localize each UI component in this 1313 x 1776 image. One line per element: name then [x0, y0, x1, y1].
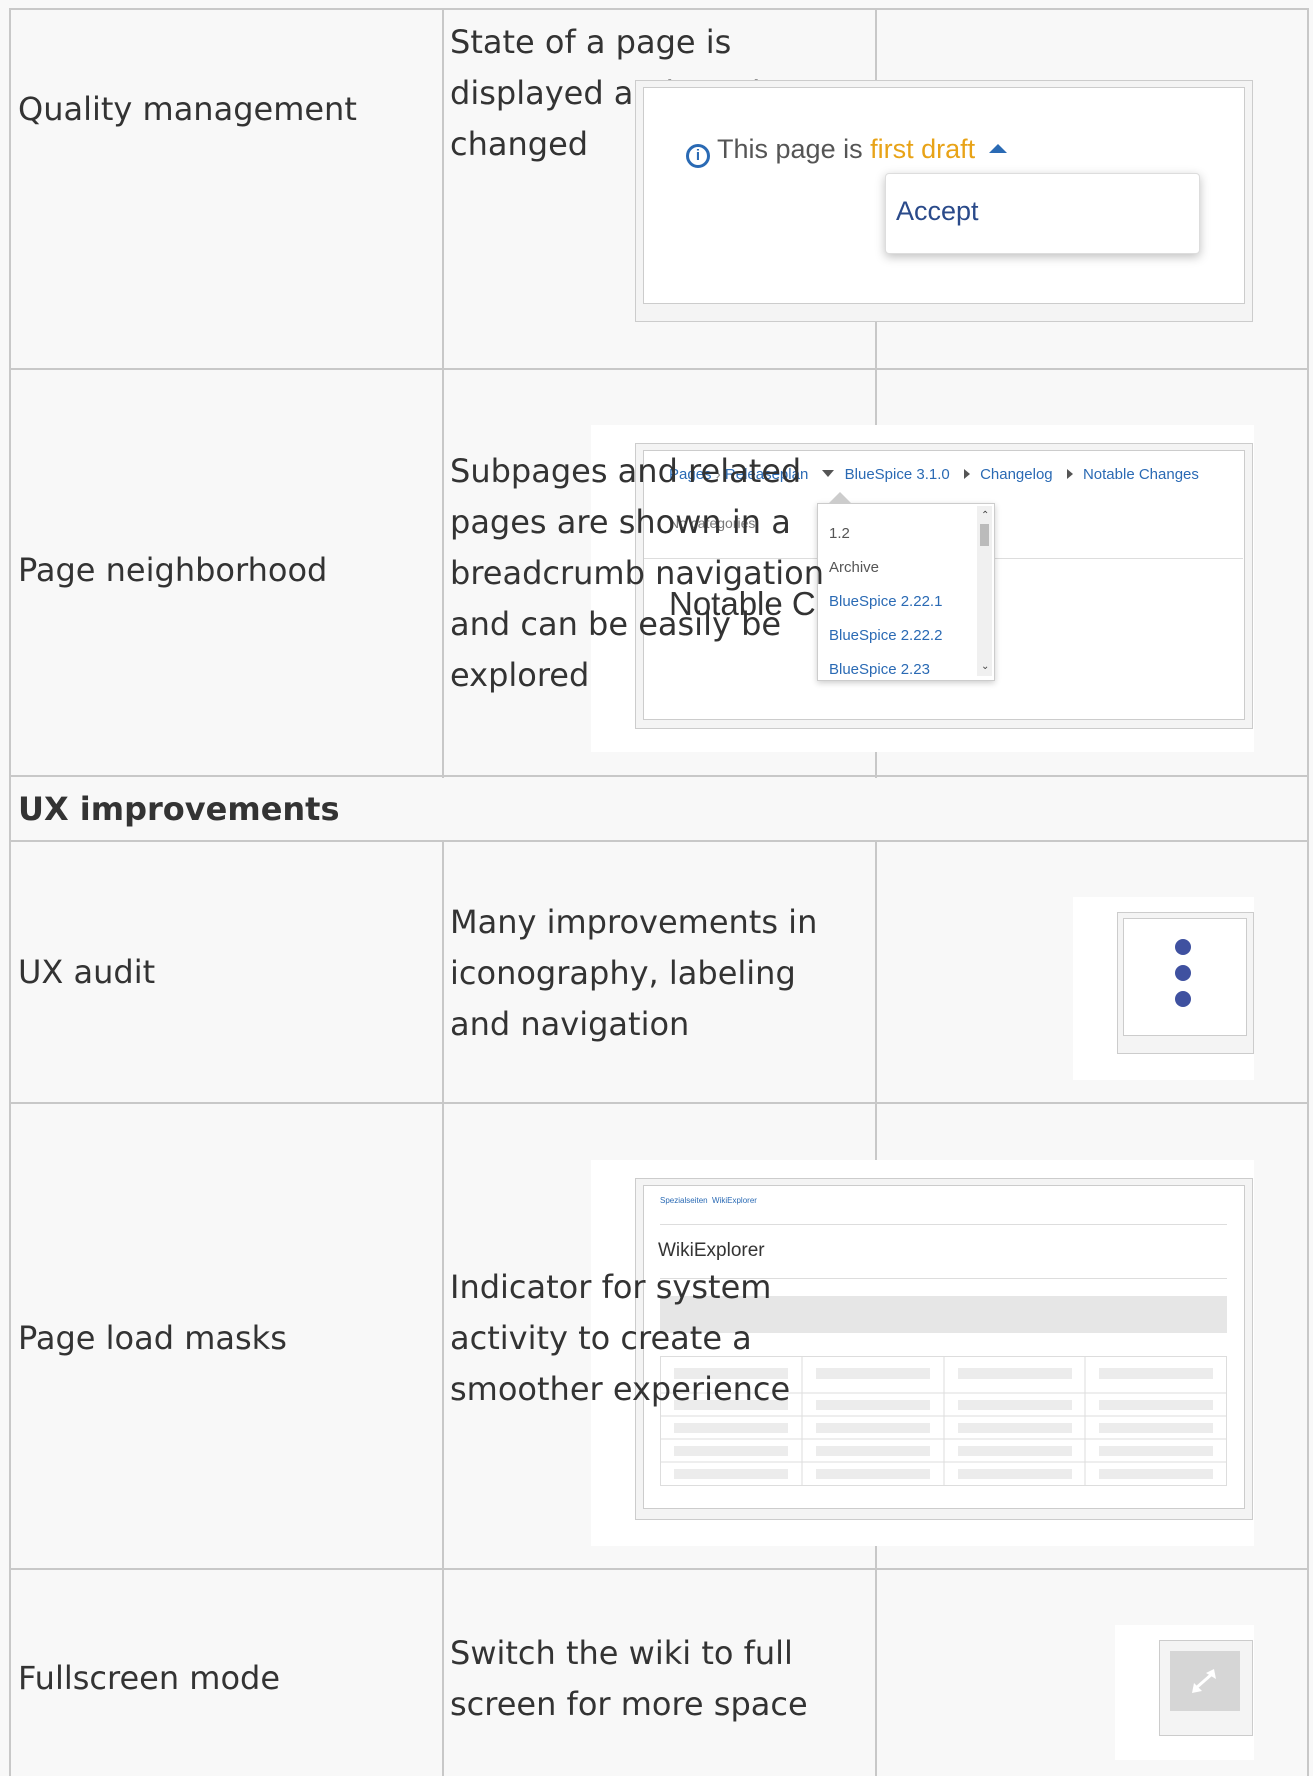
- dropdown-item[interactable]: Archive: [829, 551, 942, 585]
- dropdown-item[interactable]: 1.2: [829, 517, 942, 551]
- feature-name: Fullscreen mode: [18, 1659, 281, 1697]
- table-border: [1307, 8, 1309, 1776]
- caret-down-icon[interactable]: [822, 470, 835, 477]
- description-line: pages are shown in a: [450, 503, 791, 541]
- feature-description: Switch the wiki to full screen for more …: [450, 1628, 808, 1730]
- table-border: [442, 841, 444, 1776]
- info-circle-icon: i: [686, 144, 710, 168]
- state-prefix: This page is: [717, 134, 863, 164]
- description-line: smoother experience: [450, 1370, 791, 1408]
- fullscreen-screenshot: [1115, 1625, 1254, 1760]
- section-heading: UX improvements: [18, 790, 340, 828]
- feature-description: Indicator for system activity to create …: [450, 1262, 790, 1415]
- description-line: Many improvements in: [450, 903, 818, 941]
- caret-right-icon[interactable]: [963, 469, 970, 479]
- scroll-down-icon[interactable]: ⌄: [981, 661, 989, 672]
- table-border: [442, 8, 444, 778]
- state-link[interactable]: first draft: [870, 134, 975, 164]
- description-line: Indicator for system: [450, 1268, 772, 1306]
- breadcrumb-item[interactable]: Changelog: [980, 466, 1053, 483]
- quality-management-screenshot: i This page is first draft Accept: [591, 62, 1254, 345]
- accept-menu-item[interactable]: Accept: [896, 196, 979, 227]
- description-line: explored: [450, 656, 590, 694]
- description-line: State of a page is: [450, 23, 732, 61]
- header-divider: [660, 1224, 1227, 1225]
- caret-right-icon[interactable]: [1066, 469, 1073, 479]
- table-border: [9, 775, 1307, 777]
- caret-up-icon[interactable]: [988, 144, 1007, 153]
- feature-name: Page load masks: [18, 1319, 287, 1357]
- page-title: WikiExplorer: [658, 1240, 765, 1261]
- description-line: Switch the wiki to full: [450, 1634, 793, 1672]
- description-line: and navigation: [450, 1005, 690, 1043]
- description-line: activity to create a: [450, 1319, 752, 1357]
- dropdown-scrollbar[interactable]: ⌃ ⌄: [977, 506, 992, 676]
- feature-name: Page neighborhood: [18, 551, 328, 589]
- dropdown-list: 1.2 Archive BlueSpice 2.22.1 BlueSpice 2…: [829, 517, 942, 687]
- description-line: screen for more space: [450, 1685, 808, 1723]
- dropdown-item[interactable]: BlueSpice 2.22.2: [829, 619, 942, 653]
- subpage-dropdown: 1.2 Archive BlueSpice 2.22.1 BlueSpice 2…: [817, 492, 995, 681]
- breadcrumb[interactable]: Spezialseiten WikiExplorer: [660, 1196, 757, 1205]
- ux-audit-screenshot: [1073, 897, 1254, 1080]
- state-menu: Accept: [885, 173, 1200, 254]
- description-line: and can be easily be: [450, 605, 782, 643]
- table-border: [9, 1102, 1307, 1104]
- more-vertical-icon[interactable]: [1175, 939, 1191, 1007]
- description-line: breadcrumb navigation: [450, 554, 824, 592]
- table-border: [9, 8, 1307, 10]
- page-state-line: i This page is first draft: [686, 134, 1007, 168]
- feature-table: Quality management State of a page is di…: [0, 0, 1313, 1776]
- feature-description: Subpages and related pages are shown in …: [450, 446, 824, 701]
- expand-arrows-icon[interactable]: [1170, 1651, 1240, 1711]
- description-line: iconography, labeling: [450, 954, 796, 992]
- scroll-up-icon[interactable]: ⌃: [981, 510, 989, 521]
- feature-name: UX audit: [18, 953, 156, 991]
- feature-description: Many improvements in iconography, labeli…: [450, 897, 817, 1050]
- breadcrumb-item[interactable]: Notable Changes: [1083, 466, 1199, 483]
- breadcrumb-item[interactable]: BlueSpice 3.1.0: [845, 466, 950, 483]
- feature-name: Quality management: [18, 90, 357, 128]
- dropdown-item[interactable]: BlueSpice 2.23: [829, 653, 942, 687]
- dropdown-pointer: [828, 492, 852, 504]
- scroll-thumb[interactable]: [980, 524, 989, 546]
- dropdown-item[interactable]: BlueSpice 2.22.1: [829, 585, 942, 619]
- table-border: [9, 368, 1307, 370]
- table-border: [9, 840, 1307, 842]
- table-border: [9, 8, 11, 1776]
- description-line: Subpages and related: [450, 452, 802, 490]
- table-border: [9, 1568, 1307, 1570]
